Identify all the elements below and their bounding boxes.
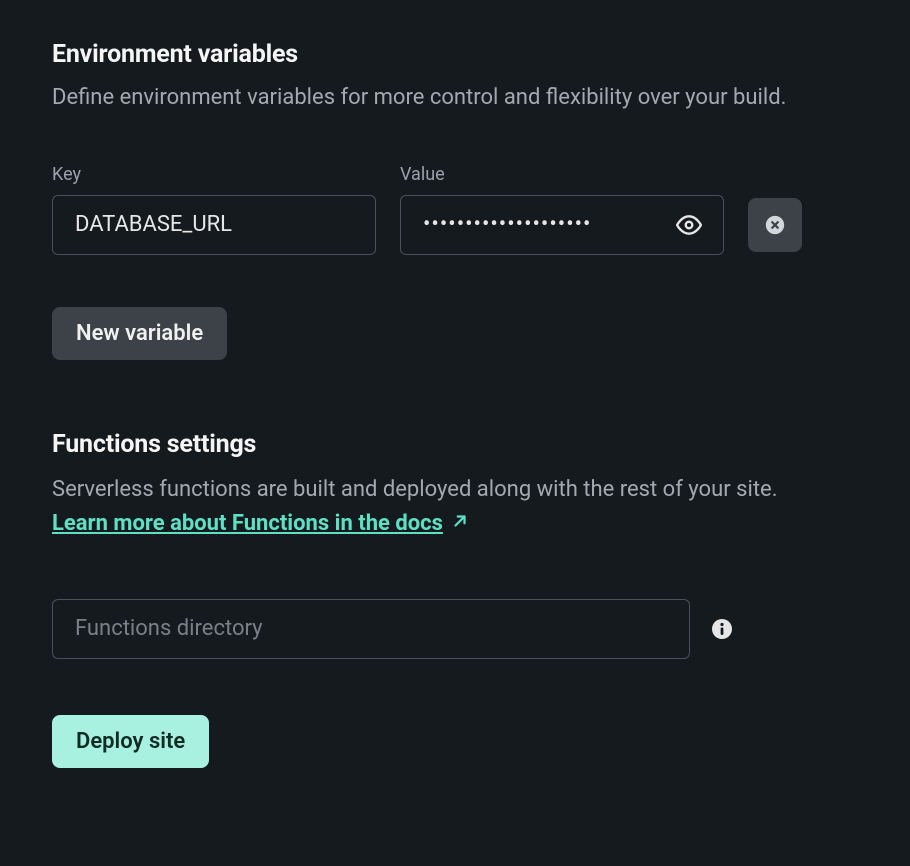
functions-settings-section: Functions settings Serverless functions … [52, 430, 858, 768]
key-field-group: Key [52, 164, 376, 255]
docs-link-text: Learn more about Functions in the docs [52, 507, 443, 541]
key-label: Key [52, 164, 376, 185]
toggle-visibility-button[interactable] [672, 208, 706, 242]
deploy-site-button[interactable]: Deploy site [52, 715, 209, 768]
functions-docs-link[interactable]: Learn more about Functions in the docs [52, 507, 469, 541]
env-variables-title: Environment variables [52, 40, 858, 69]
functions-directory-input[interactable] [52, 599, 690, 659]
info-icon [710, 617, 734, 641]
key-input[interactable] [52, 195, 376, 255]
value-label: Value [400, 164, 724, 185]
value-field-group: Value [400, 164, 724, 255]
value-input-wrapper [400, 195, 724, 255]
remove-variable-button[interactable] [748, 198, 802, 252]
functions-description: Serverless functions are built and deplo… [52, 473, 858, 541]
eye-icon [676, 212, 702, 238]
env-variable-row: Key Value [52, 164, 858, 255]
functions-title: Functions settings [52, 430, 858, 459]
new-variable-button[interactable]: New variable [52, 307, 227, 360]
env-variables-section: Environment variables Define environment… [52, 40, 858, 360]
functions-directory-row [52, 599, 858, 659]
functions-directory-info-button[interactable] [710, 617, 734, 641]
close-circle-icon [764, 214, 786, 236]
external-link-icon [451, 507, 469, 541]
env-variables-description: Define environment variables for more co… [52, 83, 858, 114]
